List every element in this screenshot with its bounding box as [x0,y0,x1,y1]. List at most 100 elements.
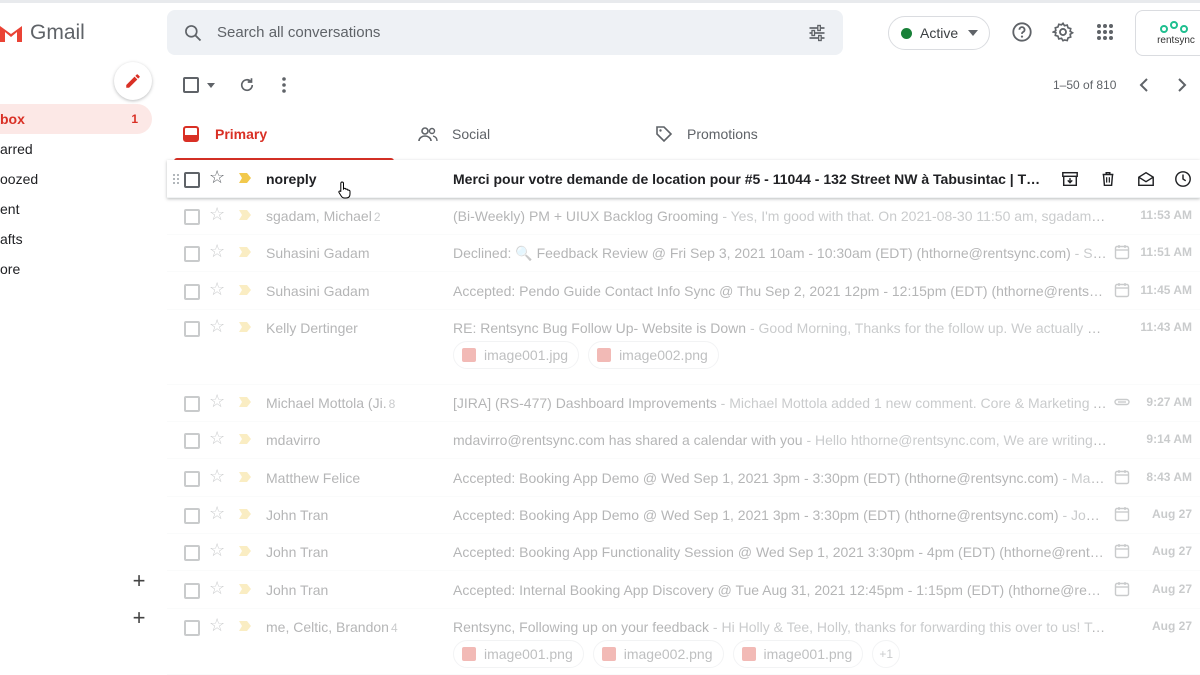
row-checkbox[interactable] [184,209,200,225]
importance-marker-icon[interactable] [239,397,251,407]
table-row[interactable]: ☆ John Tran Accepted: Booking App Demo @ W… [167,496,1200,534]
help-icon[interactable] [1010,20,1034,44]
sender-name: Suhasini Gadam [266,245,370,261]
attachment-chip[interactable]: image001.png [453,640,584,668]
star-icon[interactable]: ☆ [209,241,225,262]
row-checkbox[interactable] [184,433,200,449]
delete-icon[interactable] [1098,169,1118,189]
table-row[interactable]: ☆ me, Celtic, Brandon 4 Rentsync, Following… [167,608,1200,675]
importance-marker-icon[interactable] [239,210,251,220]
tab-social[interactable]: Social [418,108,490,160]
mark-read-icon[interactable] [1136,169,1156,189]
select-all-checkbox[interactable] [183,74,215,96]
importance-marker-icon[interactable] [239,472,251,482]
nav-item-sent[interactable]: ent [0,194,152,224]
nav-item-starred[interactable]: arred [0,134,152,164]
snooze-clock-icon[interactable] [1173,169,1193,189]
importance-marker-icon[interactable] [239,322,251,332]
importance-marker-icon[interactable] [239,509,251,519]
archive-icon[interactable] [1060,169,1080,189]
row-checkbox[interactable] [184,396,200,412]
row-checkbox[interactable] [184,321,200,337]
chevron-down-icon [968,30,979,36]
settings-gear-icon[interactable] [1051,20,1075,44]
email-subject: Declined: 🔍 Feedback Review @ Fri Sep 3,… [453,245,1107,262]
refresh-icon[interactable] [238,74,256,96]
table-row[interactable]: ☆ Kelly Dertinger RE: Rentsync Bug Follow … [167,309,1200,385]
search-input[interactable] [215,23,779,42]
search-bar[interactable] [167,10,843,55]
more-attachments[interactable]: +1 [872,640,901,668]
table-row[interactable]: ☆ John Tran Accepted: Internal Booking App… [167,571,1200,609]
compose-button[interactable] [114,62,152,100]
table-row[interactable]: ☆ Matthew Felice Accepted: Booking App Dem… [167,459,1200,497]
calendar-icon [1114,245,1130,260]
row-checkbox[interactable] [184,284,200,300]
email-date: 8:43 AM [1146,470,1192,484]
star-icon[interactable]: ☆ [209,204,225,225]
star-icon[interactable]: ☆ [209,503,225,524]
importance-marker-icon[interactable] [239,173,251,183]
filter-options-icon[interactable] [807,23,827,43]
table-row[interactable]: ☆ mdavirro mdavirro@rentsync.com has share… [167,421,1200,459]
gmail-logo[interactable]: Gmail [0,18,85,48]
row-checkbox[interactable] [184,545,200,561]
star-icon[interactable]: ☆ [209,578,225,599]
pencil-icon [126,74,140,88]
attachment-chip[interactable]: image001.jpg [453,341,580,369]
nav-item-more[interactable]: ore [0,254,152,284]
add-space-plus-icon[interactable]: + [130,607,148,629]
importance-marker-icon[interactable] [239,285,251,295]
chevron-right-icon[interactable] [1177,74,1187,96]
tab-primary[interactable]: Primary [183,108,267,160]
star-icon[interactable]: ☆ [209,167,225,188]
add-label-plus-icon[interactable]: + [130,570,148,592]
star-icon[interactable]: ☆ [209,540,225,561]
chevron-left-icon[interactable] [1139,74,1149,96]
apps-grid-icon[interactable] [1093,20,1117,44]
attachment-list: image001.png image002.png image001.png +1 [453,640,901,668]
status-dropdown[interactable]: Active [888,16,990,50]
star-icon[interactable]: ☆ [209,428,225,449]
nav-item-drafts[interactable]: afts [0,224,152,254]
table-row[interactable]: ☆ John Tran Accepted: Booking App Function… [167,533,1200,571]
importance-marker-icon[interactable] [239,247,251,257]
search-icon[interactable] [183,23,203,43]
table-row[interactable]: ☆ Suhasini Gadam Accepted: Pendo Guide Con… [167,272,1200,310]
importance-marker-icon[interactable] [239,434,251,444]
drag-handle-icon[interactable] [172,173,180,185]
star-icon[interactable]: ☆ [209,615,225,636]
star-icon[interactable]: ☆ [209,466,225,487]
row-checkbox[interactable] [184,246,200,262]
row-checkbox[interactable] [184,583,200,599]
sender-name: John Tran [266,507,329,523]
table-row[interactable]: ☆ Michael Mottola (Ji. 8 [JIRA] (RS-477) Da… [167,384,1200,422]
table-row[interactable]: ☆ sgadam, Michael 2 (Bi-Weekly) PM + UIUX B… [167,197,1200,235]
attachment-chip[interactable]: image002.png [592,640,724,668]
importance-marker-icon[interactable] [239,584,251,594]
star-icon[interactable]: ☆ [209,279,225,300]
attachment-chip[interactable]: image001.png [732,640,864,668]
importance-marker-icon[interactable] [239,546,251,556]
star-icon[interactable]: ☆ [209,391,225,412]
email-sender: John Tran [266,582,446,598]
table-row[interactable]: ☆ noreply Merci pour votre demande de loca… [167,160,1200,198]
row-checkbox[interactable] [184,471,200,487]
row-checkbox[interactable] [184,172,200,188]
account-brand-button[interactable]: rentsync [1135,10,1200,56]
snippet-text: - Matthew ... [1062,470,1107,486]
nav-item-inbox[interactable]: box 1 [0,104,152,134]
snippet-text: - John Tran... [1062,507,1107,523]
nav-item-label: arred [0,141,33,157]
image-file-icon [597,348,612,362]
star-icon[interactable]: ☆ [209,316,225,337]
row-checkbox[interactable] [184,508,200,524]
more-vertical-icon[interactable] [281,74,287,96]
importance-marker-icon[interactable] [239,621,251,631]
table-row[interactable]: ☆ Suhasini Gadam Declined: 🔍 Feedback Revi… [167,234,1200,272]
row-checkbox[interactable] [184,620,200,636]
attachment-chip[interactable]: image002.png [588,341,719,369]
tab-promotions[interactable]: Promotions [655,108,758,160]
nav-item-label: ore [0,261,21,277]
nav-item-snoozed[interactable]: oozed [0,164,152,194]
